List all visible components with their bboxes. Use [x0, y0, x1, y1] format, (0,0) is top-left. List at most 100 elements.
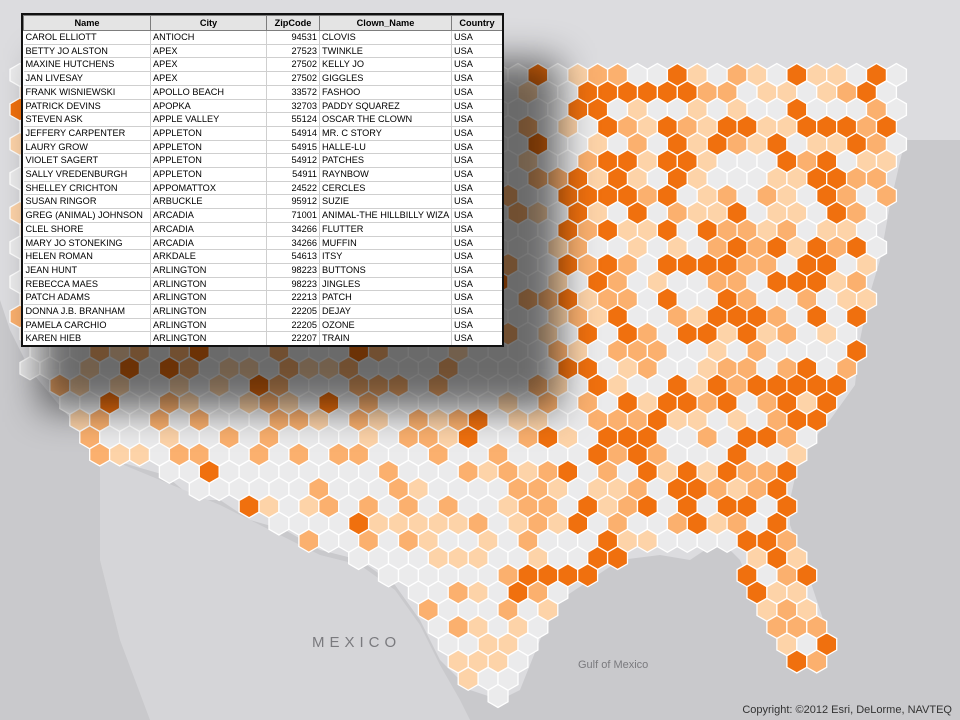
hex-bin [188, 476, 210, 502]
table-cell-city: APEX [150, 57, 267, 73]
hex-bin [377, 563, 400, 588]
table-cell-city: ARLINGTON [150, 263, 267, 278]
table-row[interactable]: HELEN ROMAN ARKDALE 54613 ITSY USA [23, 249, 502, 264]
table-cell-zipcode: 22207 [266, 331, 320, 345]
table-row[interactable]: JAN LIVESAY APEX 27502 GIGGLES USA [23, 71, 502, 86]
table-row[interactable]: DONNA J.B. BRANHAM ARLINGTON 22205 DEJAY USA [23, 304, 502, 319]
table-cell-zipcode: 95912 [266, 194, 320, 210]
table-row[interactable]: JEAN HUNT ARLINGTON 98223 BUTTONS USA [23, 263, 502, 278]
table-cell-city: APPLETON [150, 140, 267, 155]
table-cell-name: LAURY GROW [23, 140, 151, 155]
table-cell-city: APPLETON [150, 167, 267, 182]
table-cell-name: FRANK WISNIEWSKI [23, 85, 151, 100]
table-cell-clown-name: MR. C STORY [319, 126, 452, 141]
table-cell-country: USA [451, 126, 502, 141]
column-header-city[interactable]: City [150, 15, 267, 31]
table-cell-country: USA [451, 222, 502, 237]
table-cell-country: USA [451, 249, 502, 264]
table-cell-name: DONNA J.B. BRANHAM [23, 304, 151, 319]
table-cell-clown-name: HALLE-LU [319, 140, 452, 155]
table-cell-country: USA [451, 194, 502, 210]
hex-bin [487, 683, 509, 709]
table-cell-zipcode: 27502 [266, 71, 320, 86]
table-cell-name: KAREN HIEB [23, 331, 151, 345]
table-cell-clown-name: GIGGLES [319, 71, 452, 86]
table-row[interactable]: SALLY VREDENBURGH APPLETON 54911 RAYNBOW USA [23, 167, 502, 182]
hex-bin [656, 528, 678, 554]
table-cell-name: SUSAN RINGOR [23, 194, 151, 210]
table-cell-clown-name: JINGLES [319, 277, 452, 292]
table-row[interactable]: CAROL ELLIOTT ANTIOCH 94531 CLOVIS USA [23, 30, 502, 45]
hex-bin [208, 476, 230, 502]
table-cell-city: ANTIOCH [150, 30, 267, 45]
column-header-name[interactable]: Name [23, 15, 151, 31]
hex-bin [238, 494, 260, 519]
table-row[interactable]: PATRICK DEVINS APOPKA 32703 PADDY SQUAREZ US… [23, 99, 502, 114]
map-label-mexico: MEXICO [312, 634, 401, 651]
table-cell-name: JEAN HUNT [23, 263, 151, 278]
table-cell-clown-name: TWINKLE [319, 44, 452, 59]
column-header-country[interactable]: Country [451, 15, 502, 31]
table-cell-country: USA [451, 318, 502, 333]
table-cell-city: ARLINGTON [150, 304, 267, 319]
table-row[interactable]: FRANK WISNIEWSKI APOLLO BEACH 33572 FASHOO U… [23, 85, 502, 100]
table-cell-country: USA [451, 85, 502, 100]
table-cell-city: ARCADIA [150, 222, 267, 237]
table-cell-city: APOPKA [150, 99, 267, 114]
table-row[interactable]: PAMELA CARCHIO ARLINGTON 22205 OZONE USA [23, 318, 502, 333]
table-cell-zipcode: 98223 [266, 263, 320, 278]
table-cell-zipcode: 22213 [266, 290, 320, 306]
table-cell-country: USA [451, 181, 502, 196]
table-row[interactable]: JEFFERY CARPENTER APPLETON 54914 MR. C STOR… [23, 126, 502, 141]
table-cell-zipcode: 98223 [266, 277, 320, 292]
table-row[interactable]: CLEL SHORE ARCADIA 34266 FLUTTER USA [23, 222, 502, 237]
table-cell-city: ARBUCKLE [150, 194, 267, 210]
table-cell-city: ARLINGTON [150, 290, 267, 306]
table-cell-city: ARCADIA [150, 236, 267, 251]
table-cell-country: USA [451, 153, 502, 169]
column-header-clown-name[interactable]: Clown_Name [319, 15, 452, 31]
hex-bin [806, 649, 828, 674]
table-cell-name: MARY JO STONEKING [23, 236, 151, 251]
table-cell-city: APEX [150, 71, 267, 86]
hex-bin [676, 528, 698, 554]
table-cell-country: USA [451, 277, 502, 292]
table-row[interactable]: REBECCA MAES ARLINGTON 98223 JINGLES USA [23, 277, 502, 292]
table-cell-name: CAROL ELLIOTT [23, 30, 151, 45]
table-cell-country: USA [451, 112, 502, 127]
attribute-table-grid: Name City ZipCode Clown_Name Country CAROL E… [23, 15, 502, 345]
table-row[interactable]: GREG (ANIMAL) JOHNSON ARCADIA 71001 ANIMAL-… [23, 208, 502, 223]
table-cell-name: VIOLET SAGERT [23, 153, 151, 169]
table-row[interactable]: MAXINE HUTCHENS APEX 27502 KELLY JO USA [23, 57, 502, 73]
table-cell-clown-name: FLUTTER [319, 222, 452, 237]
table-row[interactable]: BETTY JO ALSTON APEX 27523 TWINKLE USA [23, 44, 502, 59]
table-row[interactable]: MARY JO STONEKING ARCADIA 34266 MUFFIN USA [23, 236, 502, 251]
table-cell-country: USA [451, 71, 502, 86]
attribute-table[interactable]: Name City ZipCode Clown_Name Country CAROL E… [21, 13, 504, 347]
table-row[interactable]: KAREN HIEB ARLINGTON 22207 TRAIN USA [23, 331, 502, 345]
hex-bin [696, 528, 718, 554]
hex-bin [348, 545, 370, 571]
table-cell-clown-name: MUFFIN [319, 236, 452, 251]
table-row[interactable]: SUSAN RINGOR ARBUCKLE 95912 SUZIE USA [23, 194, 502, 210]
table-cell-name: REBECCA MAES [23, 277, 151, 292]
table-cell-clown-name: DEJAY [319, 304, 452, 319]
table-cell-name: JAN LIVESAY [23, 71, 151, 86]
hex-bin [457, 666, 479, 692]
table-row[interactable]: VIOLET SAGERT APPLETON 54912 PATCHES USA [23, 153, 502, 169]
table-cell-zipcode: 33572 [266, 85, 320, 100]
table-cell-country: USA [451, 290, 502, 306]
table-row[interactable]: PATCH ADAMS ARLINGTON 22213 PATCH USA [23, 290, 502, 306]
map-copyright: Copyright: ©2012 Esri, DeLorme, NAVTEQ [742, 704, 952, 716]
hex-bin [577, 563, 599, 588]
table-cell-clown-name: FASHOO [319, 85, 452, 100]
hex-bin [19, 356, 41, 381]
table-cell-zipcode: 27502 [266, 57, 320, 73]
column-header-zipcode[interactable]: ZipCode [266, 15, 320, 31]
table-cell-city: ARCADIA [150, 208, 267, 223]
table-row[interactable]: LAURY GROW APPLETON 54915 HALLE-LU USA [23, 140, 502, 155]
table-row[interactable]: STEVEN ASK APPLE VALLEY 55124 OSCAR THE CLO… [23, 112, 502, 127]
table-cell-city: ARLINGTON [150, 331, 267, 345]
table-cell-city: ARLINGTON [150, 318, 267, 333]
table-row[interactable]: SHELLEY CRICHTON APPOMATTOX 24522 CERCLES US… [23, 181, 502, 196]
